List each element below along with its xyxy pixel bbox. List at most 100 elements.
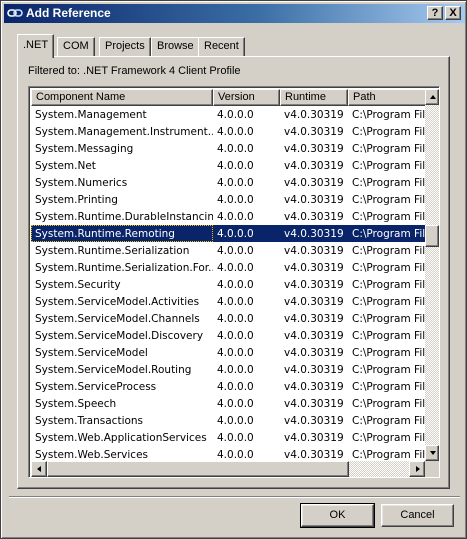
table-row[interactable]: System.Management 4.0.0.0 v4.0.30319 C:\Pro… <box>31 106 425 123</box>
cell-component-name: System.Web.ApplicationServices <box>35 432 207 444</box>
table-row[interactable]: System.Web.Services 4.0.0.0 v4.0.30319 C:\P… <box>31 446 425 461</box>
table-row[interactable]: System.ServiceProcess 4.0.0.0 v4.0.30319 C:… <box>31 378 425 395</box>
scroll-left-button[interactable] <box>31 461 47 477</box>
cell-path: C:\Program Fil <box>352 245 425 257</box>
cell-component-name: System.ServiceModel.Routing <box>35 364 192 376</box>
cell-runtime: v4.0.30319 <box>284 296 344 308</box>
title-bar[interactable]: Add Reference ? X <box>4 4 465 23</box>
cell-runtime: v4.0.30319 <box>284 432 344 444</box>
cell-runtime: v4.0.30319 <box>284 143 344 155</box>
cell-path: C:\Program Fil <box>352 160 425 172</box>
cell-runtime: v4.0.30319 <box>284 160 344 172</box>
table-row[interactable]: System.Management.Instrument... 4.0.0.0 v4… <box>31 123 425 140</box>
cell-version: 4.0.0.0 <box>217 177 254 189</box>
tab-projects[interactable]: Projects <box>99 37 151 56</box>
table-row[interactable]: System.Numerics 4.0.0.0 v4.0.30319 C:\Progr… <box>31 174 425 191</box>
cell-component-name: System.ServiceModel.Activities <box>35 296 200 308</box>
cell-runtime: v4.0.30319 <box>284 279 344 291</box>
tab-recent[interactable]: Recent <box>198 37 245 56</box>
component-list[interactable]: Component Name Version Runtime Path Syst… <box>28 86 440 478</box>
cell-component-name: System.Net <box>35 160 96 172</box>
cell-path: C:\Program Fil <box>352 347 425 359</box>
add-reference-dialog: Add Reference ? X .NET COM Projects Brow… <box>0 0 467 539</box>
cell-runtime: v4.0.30319 <box>284 398 344 410</box>
ok-button[interactable]: OK <box>300 503 375 528</box>
cell-runtime: v4.0.30319 <box>284 262 344 274</box>
cell-runtime: v4.0.30319 <box>284 126 344 138</box>
cell-path: C:\Program Fil <box>352 381 425 393</box>
table-row[interactable]: System.ServiceModel 4.0.0.0 v4.0.30319 C:\P… <box>31 344 425 361</box>
cell-version: 4.0.0.0 <box>217 109 254 121</box>
table-row[interactable]: System.Printing 4.0.0.0 v4.0.30319 C:\Progr… <box>31 191 425 208</box>
scrollbar-corner <box>425 461 439 477</box>
cell-version: 4.0.0.0 <box>217 347 254 359</box>
cell-path: C:\Program Fil <box>352 364 425 376</box>
cell-version: 4.0.0.0 <box>217 245 254 257</box>
column-header-version[interactable]: Version <box>213 89 280 106</box>
cell-path: C:\Program Fil <box>352 126 425 138</box>
arrow-left-icon <box>37 466 41 472</box>
cell-version: 4.0.0.0 <box>217 449 254 461</box>
table-row[interactable]: System.Runtime.Serialization 4.0.0.0 v4.0.… <box>31 242 425 259</box>
table-row[interactable]: System.Web.ApplicationServices 4.0.0.0 v4.… <box>31 429 425 446</box>
table-row[interactable]: System.Security 4.0.0.0 v4.0.30319 C:\Progr… <box>31 276 425 293</box>
cell-runtime: v4.0.30319 <box>284 330 344 342</box>
column-header-path[interactable]: Path <box>348 89 427 106</box>
horizontal-scroll-thumb[interactable] <box>47 461 349 477</box>
cell-component-name: System.Security <box>35 279 121 291</box>
table-row[interactable]: System.ServiceModel.Activities 4.0.0.0 v4.… <box>31 293 425 310</box>
cell-path: C:\Program Fil <box>352 330 425 342</box>
cell-path: C:\Program Fil <box>352 143 425 155</box>
cell-component-name: System.Speech <box>35 398 117 410</box>
scroll-right-button[interactable] <box>409 461 425 477</box>
tab-com[interactable]: COM <box>57 37 95 56</box>
vertical-scrollbar[interactable] <box>425 89 439 461</box>
cell-path: C:\Program Fil <box>352 228 425 240</box>
cell-runtime: v4.0.30319 <box>284 211 344 223</box>
tab-dotnet[interactable]: .NET <box>17 34 55 58</box>
scroll-up-button[interactable] <box>425 89 439 105</box>
cancel-button[interactable]: Cancel <box>381 504 454 527</box>
cell-runtime: v4.0.30319 <box>284 177 344 189</box>
cell-path: C:\Program Fil <box>352 109 425 121</box>
cell-runtime: v4.0.30319 <box>284 449 344 461</box>
cell-path: C:\Program Fil <box>352 296 425 308</box>
cell-path: C:\Program Fil <box>352 211 425 223</box>
arrow-right-icon <box>416 466 420 472</box>
component-rows: System.Management 4.0.0.0 v4.0.30319 C:\Pro… <box>31 106 425 461</box>
cell-component-name: System.Printing <box>35 194 118 206</box>
cell-runtime: v4.0.30319 <box>284 313 344 325</box>
cell-version: 4.0.0.0 <box>217 432 254 444</box>
horizontal-scrollbar[interactable] <box>31 461 425 477</box>
cell-path: C:\Program Fil <box>352 432 425 444</box>
cell-version: 4.0.0.0 <box>217 211 254 223</box>
column-header-component-name[interactable]: Component Name <box>31 89 213 106</box>
table-row[interactable]: System.ServiceModel.Routing 4.0.0.0 v4.0.3… <box>31 361 425 378</box>
cell-runtime: v4.0.30319 <box>284 381 344 393</box>
cell-component-name: System.Runtime.Serialization <box>35 245 190 257</box>
table-row[interactable]: System.Speech 4.0.0.0 v4.0.30319 C:\Program… <box>31 395 425 412</box>
table-row[interactable]: System.ServiceModel.Discovery 4.0.0.0 v4.0… <box>31 327 425 344</box>
cell-version: 4.0.0.0 <box>217 143 254 155</box>
table-row[interactable]: System.Runtime.Remoting 4.0.0.0 v4.0.30319… <box>31 225 425 242</box>
close-button[interactable]: X <box>445 6 461 20</box>
cell-component-name: System.Transactions <box>35 415 144 427</box>
table-row[interactable]: System.Net 4.0.0.0 v4.0.30319 C:\Program Fi… <box>31 157 425 174</box>
tab-browse[interactable]: Browse <box>151 37 200 56</box>
cell-version: 4.0.0.0 <box>217 364 254 376</box>
cell-component-name: System.Web.Services <box>35 449 148 461</box>
column-header-runtime[interactable]: Runtime <box>280 89 348 106</box>
cell-version: 4.0.0.0 <box>217 415 254 427</box>
cell-component-name: System.Runtime.Serialization.For... <box>35 262 213 274</box>
vertical-scroll-thumb[interactable] <box>425 225 439 247</box>
help-button[interactable]: ? <box>427 6 443 20</box>
table-row[interactable]: System.Runtime.Serialization.For... 4.0.0… <box>31 259 425 276</box>
cell-component-name: System.ServiceModel.Channels <box>35 313 200 325</box>
cell-path: C:\Program Fil <box>352 194 425 206</box>
cell-runtime: v4.0.30319 <box>284 245 344 257</box>
table-row[interactable]: System.Messaging 4.0.0.0 v4.0.30319 C:\Prog… <box>31 140 425 157</box>
scroll-down-button[interactable] <box>425 445 439 461</box>
table-row[interactable]: System.Runtime.DurableInstancing 4.0.0.0 v… <box>31 208 425 225</box>
table-row[interactable]: System.Transactions 4.0.0.0 v4.0.30319 C:\P… <box>31 412 425 429</box>
table-row[interactable]: System.ServiceModel.Channels 4.0.0.0 v4.0.… <box>31 310 425 327</box>
